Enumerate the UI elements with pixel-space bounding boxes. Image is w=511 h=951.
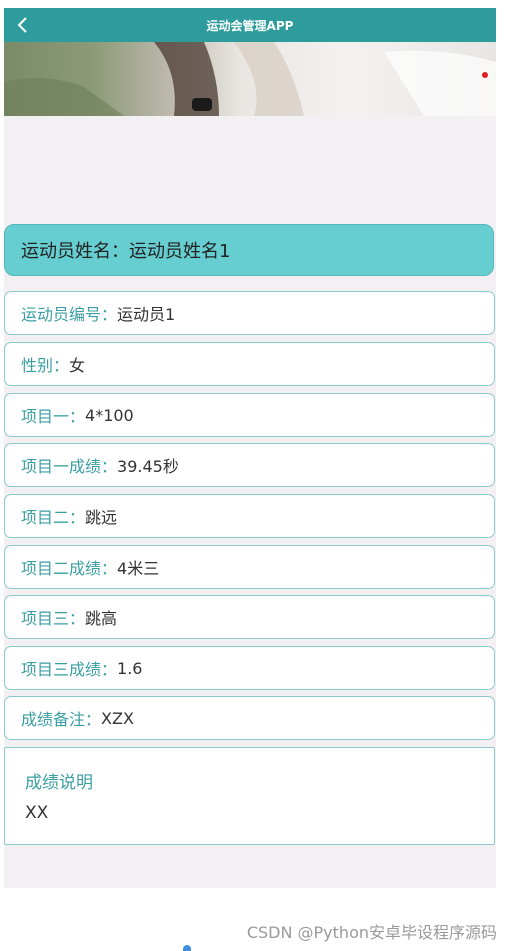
top-bar: 运动会管理APP (4, 8, 496, 42)
watermark: CSDN @Python安卓毕设程序源码 (246, 923, 497, 942)
field-label: 运动员编号： (21, 305, 118, 324)
field-row-gender: 性别：女 (4, 342, 495, 386)
field-value: 4米三 (117, 559, 160, 578)
field-label: 项目三成绩： (21, 660, 118, 679)
field-value: XZX (101, 708, 134, 728)
athlete-name-label: 运动员姓名： (21, 241, 129, 262)
field-row-event-2: 项目二： 跳远 (4, 494, 495, 538)
field-label: 性别： (21, 356, 70, 375)
field-row-athlete-number: 运动员编号： 运动员1 (4, 291, 495, 335)
description-value: XX (25, 803, 49, 823)
field-value: 39.45秒 (117, 457, 179, 476)
app-screen: 运动会管理APP 运动员姓名： 运动员姓名1 运动员编号： 运动员1 性别：女 项目… (4, 8, 496, 951)
field-label: 成绩备注： (21, 710, 102, 729)
field-label: 项目二成绩： (21, 559, 118, 578)
athlete-name-card: 运动员姓名： 运动员姓名1 (4, 224, 494, 276)
field-row-event-3: 项目三： 跳高 (4, 595, 495, 639)
carousel-indicator[interactable] (482, 72, 488, 78)
score-description-card: 成绩说明 XX (4, 747, 495, 845)
field-row-score-remark: 成绩备注： XZX (4, 696, 495, 740)
field-label: 项目二： (21, 508, 86, 527)
app-title: 运动会管理APP (206, 19, 294, 33)
field-label: 项目一： (21, 407, 86, 426)
field-row-event-2-score: 项目二成绩： 4米三 (4, 545, 495, 589)
banner-carousel[interactable] (4, 42, 496, 116)
field-value: 跳远 (85, 508, 118, 527)
field-value: 运动员1 (117, 305, 176, 324)
field-row-event-1: 项目一： 4*100 (4, 393, 495, 437)
field-value: 跳高 (85, 609, 118, 628)
field-value: 女 (69, 356, 86, 375)
field-row-event-3-score: 项目三成绩： 1.6 (4, 646, 495, 690)
field-row-event-1-score: 项目一成绩： 39.45秒 (4, 443, 495, 487)
banner-image (4, 42, 496, 116)
field-value: 4*100 (85, 405, 134, 425)
scroll-indicator (183, 945, 191, 951)
athlete-name-value: 运动员姓名1 (129, 241, 231, 262)
field-label: 项目三： (21, 609, 86, 628)
field-value: 1.6 (117, 658, 143, 678)
field-label: 项目一成绩： (21, 457, 118, 476)
description-label: 成绩说明 (25, 773, 93, 793)
